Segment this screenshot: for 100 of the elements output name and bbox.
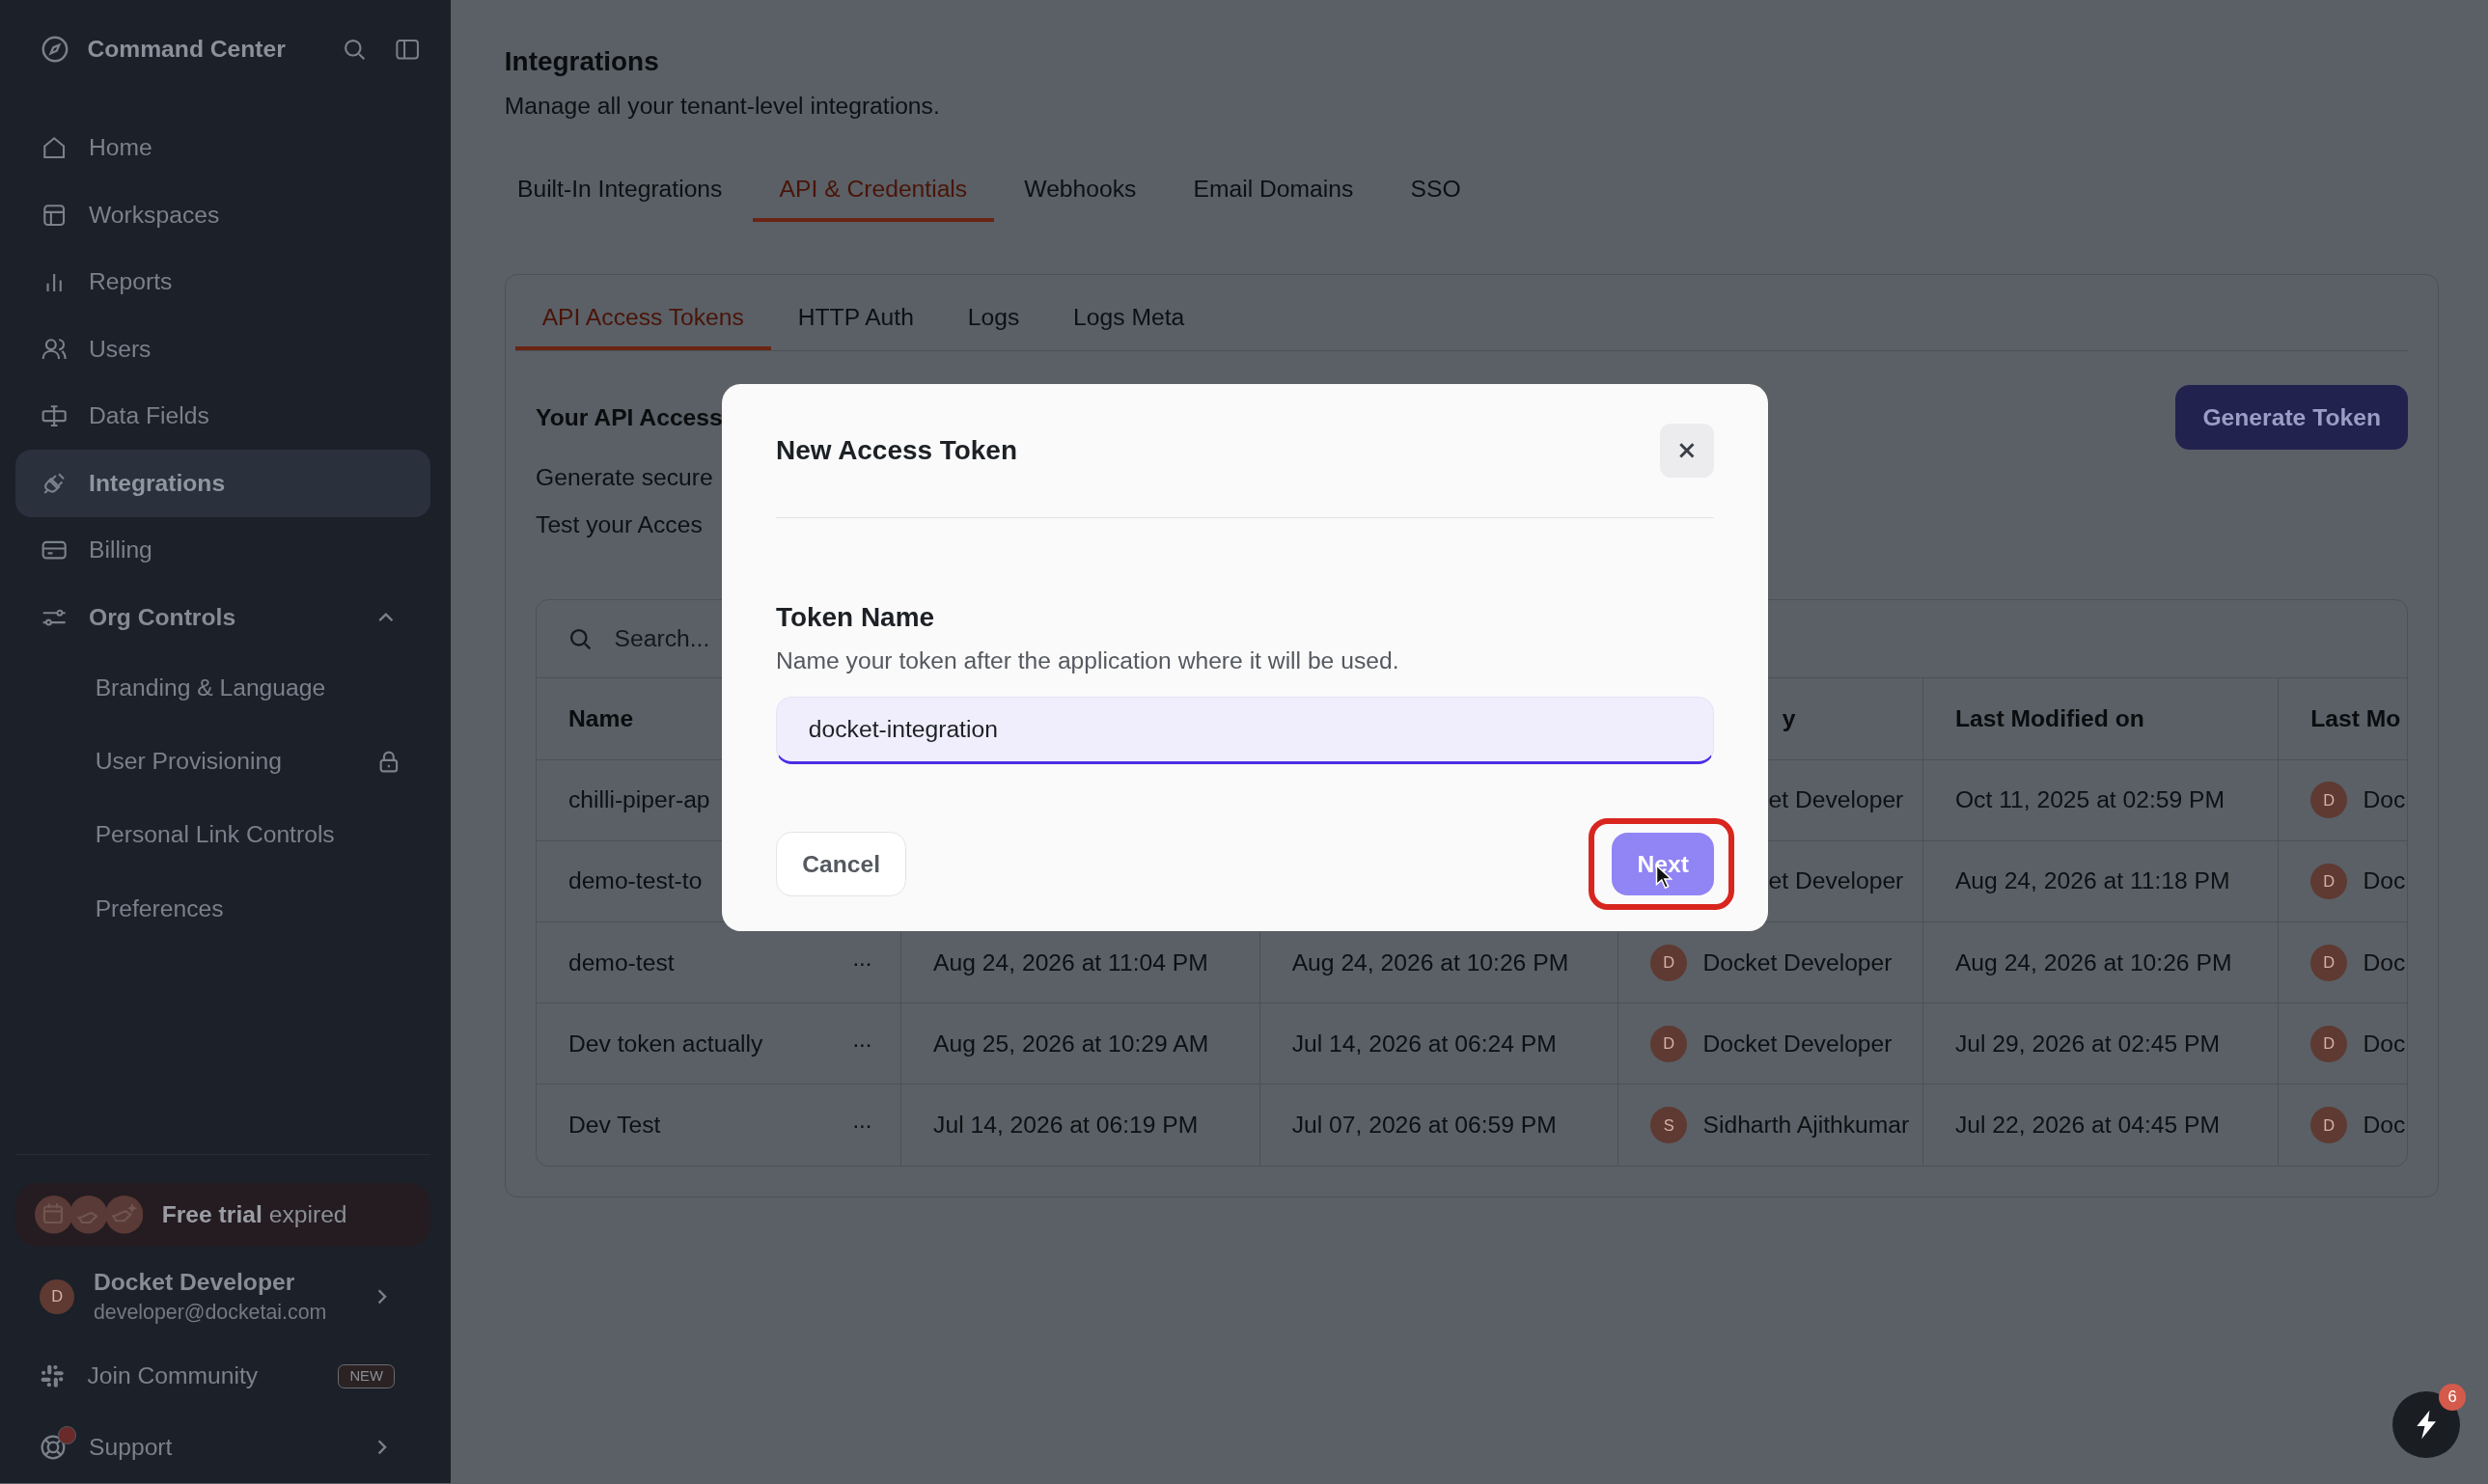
table-cell: demo-test-to	[567, 867, 703, 895]
user-avatar: D	[40, 1278, 75, 1315]
column-header: Last Modified on	[1954, 705, 2144, 733]
tab[interactable]: Email Domains	[1166, 159, 1381, 223]
table-cell: Jul 14, 2026 at 06:24 PM	[1291, 1030, 1557, 1058]
page-subtitle: Manage all your tenant-level integrations.	[504, 93, 941, 121]
table-cell: Doc	[2363, 786, 2406, 814]
table-cell: Doc	[2363, 1112, 2406, 1139]
row-menu[interactable]: ···	[851, 1030, 871, 1058]
user-avatar: D	[2310, 944, 2348, 981]
column-header: y	[1782, 705, 1796, 733]
table-cell: Jul 29, 2026 at 02:45 PM	[1954, 1030, 2221, 1058]
nav-item[interactable]: Reports	[15, 248, 430, 316]
table-cell: demo-test	[567, 948, 675, 976]
nav-item[interactable]: Home	[15, 114, 430, 181]
hash-grid-icon	[40, 1363, 66, 1389]
nav-subitem[interactable]: Branding & Language	[15, 650, 430, 726]
table-cell: chilli-piper-ap	[567, 786, 710, 814]
table-cell: Aug 24, 2026 at 11:18 PM	[1954, 867, 2230, 895]
table-cell: Dev Test	[567, 1112, 661, 1139]
calendar-icon	[35, 1195, 73, 1234]
row-menu[interactable]: ···	[851, 1112, 871, 1139]
user-avatar: D	[2310, 782, 2348, 819]
table-cell: Doc	[2363, 1030, 2406, 1058]
lifebuoy-icon	[40, 1434, 68, 1462]
nav-subitem[interactable]: User Provisioning	[15, 725, 430, 799]
compass-icon	[41, 36, 69, 63]
user-avatar: S	[1650, 1107, 1688, 1143]
tab[interactable]: Webhooks	[997, 159, 1164, 223]
layout-icon	[41, 202, 68, 228]
user-avatar: D	[2310, 1025, 2348, 1062]
column-header: Last Mo	[2310, 705, 2401, 733]
section-description: Test your Acces	[536, 511, 704, 539]
search-field[interactable]: Search...	[614, 625, 726, 653]
table-cell: et Developer	[1768, 786, 1904, 814]
table-cell: Jul 07, 2026 at 06:59 PM	[1291, 1112, 1557, 1139]
table-cell: Docket Developer	[1702, 948, 1893, 976]
dialog-title: New Access Token	[776, 434, 1017, 466]
section-description: Generate secure	[536, 464, 714, 492]
users-icon	[41, 336, 68, 362]
subtab[interactable]: Logs Meta	[1046, 288, 1212, 351]
hand-sparkle-icon	[104, 1195, 143, 1234]
page-title: Integrations	[504, 45, 660, 77]
section-heading: Your API Access	[536, 403, 723, 431]
table-cell: Dev token actually	[567, 1030, 763, 1058]
nav-subitem[interactable]: Preferences	[15, 871, 430, 946]
table-cell: Sidharth Ajithkumar	[1702, 1112, 1910, 1139]
notification-badge: 6	[2439, 1383, 2467, 1411]
row-menu[interactable]: ···	[851, 948, 871, 976]
subtab[interactable]: HTTP Auth	[770, 288, 941, 351]
close-icon	[1676, 441, 1697, 460]
sidebar-toggle-icon[interactable]	[395, 37, 421, 62]
table-cell: Aug 24, 2026 at 11:04 PM	[933, 948, 1208, 976]
nav-item[interactable]: Workspaces	[15, 180, 430, 249]
table-cell: Doc	[2363, 867, 2406, 895]
user-avatar: D	[1650, 1025, 1688, 1062]
support-link[interactable]: Support	[15, 1412, 430, 1484]
search-icon[interactable]	[343, 37, 367, 62]
user-avatar: D	[1650, 944, 1688, 981]
community-link[interactable]: Join Community NEW	[15, 1340, 430, 1413]
text-field-icon	[41, 403, 68, 429]
tab[interactable]: API & Credentials	[752, 159, 995, 223]
search-icon	[567, 626, 593, 651]
subtab[interactable]: API Access Tokens	[514, 288, 771, 351]
cancel-button[interactable]: Cancel	[776, 832, 907, 896]
nav-item[interactable]: Users	[15, 316, 430, 383]
nav-item[interactable]: Integrations	[15, 450, 430, 517]
user-avatar: D	[2310, 863, 2348, 900]
field-help: Name your token after the application where it will be used.	[776, 646, 1400, 674]
subtab[interactable]: Logs	[940, 288, 1047, 351]
token-name-field[interactable]: docket-integration	[776, 696, 1714, 764]
user-menu[interactable]: D Docket Developer developer@docketai.com	[15, 1246, 430, 1341]
table-cell: Jul 22, 2026 at 04:45 PM	[1954, 1112, 2221, 1139]
table-cell: Aug 24, 2026 at 10:26 PM	[1954, 948, 2232, 976]
table-cell: Oct 11, 2025 at 02:59 PM	[1954, 786, 2225, 814]
hand-icon	[69, 1195, 108, 1234]
app-title: Command Center	[87, 35, 287, 63]
table-cell: Doc	[2363, 948, 2406, 976]
nav-subitem[interactable]: Personal Link Controls	[15, 798, 430, 872]
nav-item[interactable]: Data Fields	[15, 382, 430, 451]
trial-banner[interactable]: Free trial expired	[15, 1183, 430, 1247]
new-badge: NEW	[337, 1364, 396, 1388]
column-header: Name	[567, 705, 634, 733]
table-cell: Aug 24, 2026 at 10:26 PM	[1291, 948, 1569, 976]
user-email: developer@docketai.com	[94, 1300, 328, 1325]
tab[interactable]: Built-In Integrations	[490, 159, 750, 223]
tab[interactable]: SSO	[1383, 159, 1488, 223]
table-cell: Aug 25, 2026 at 10:29 AM	[933, 1030, 1209, 1058]
field-label: Token Name	[776, 602, 936, 634]
generate-token-button[interactable]: Generate Token	[2175, 384, 2408, 451]
user-avatar: D	[2310, 1107, 2348, 1143]
home-icon	[41, 135, 68, 161]
table-cell: et Developer	[1768, 867, 1904, 895]
nav-item[interactable]: Org Controls	[15, 584, 430, 651]
user-name: Docket Developer	[94, 1269, 296, 1296]
table-cell: Docket Developer	[1702, 1030, 1893, 1058]
nav-item[interactable]: Billing	[15, 516, 430, 585]
table-cell: Jul 14, 2026 at 06:19 PM	[933, 1112, 1199, 1139]
trial-status: Free trial expired	[161, 1201, 347, 1229]
close-button[interactable]	[1659, 424, 1714, 478]
